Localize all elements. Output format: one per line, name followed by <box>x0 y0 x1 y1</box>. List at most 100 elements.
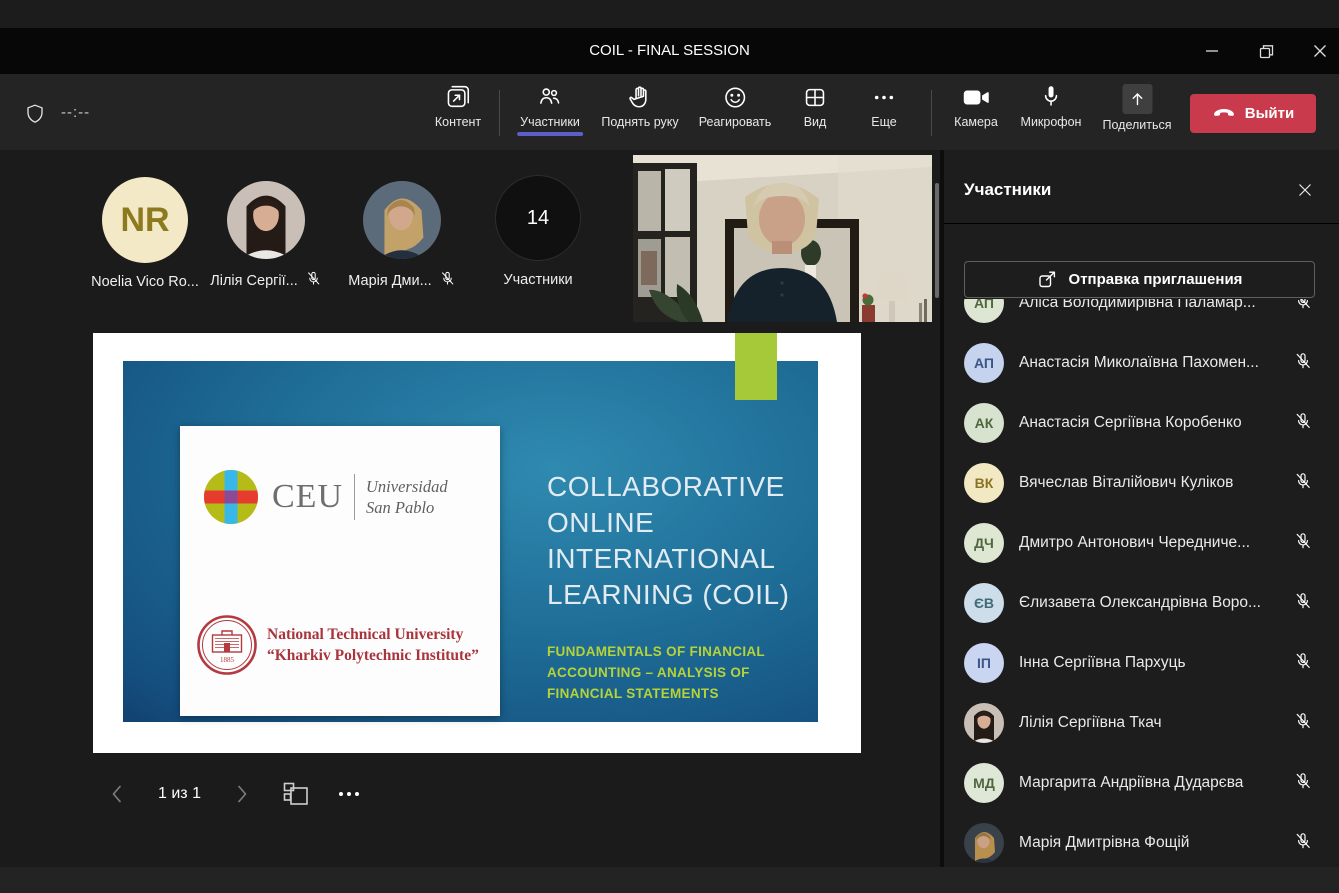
participant-row[interactable]: ІП Інна Сергіївна Пархуць <box>944 633 1339 693</box>
participant-count: 14 <box>527 207 549 230</box>
count-label: Участники <box>503 272 572 288</box>
slide-accent-bar <box>735 333 777 400</box>
avatar: ЄВ <box>964 583 1004 623</box>
participant-name: Маргарита Андріївна Дударєва <box>1019 774 1293 792</box>
more-dots-icon <box>871 84 898 111</box>
participants-panel: Участники Отправка приглашения АП Аліса … <box>944 150 1339 893</box>
share-label: Поделиться <box>1102 118 1171 132</box>
arrow-up-icon <box>1127 89 1147 109</box>
participants-icon <box>537 84 564 111</box>
previous-slide-button[interactable] <box>106 780 128 808</box>
participant-row[interactable]: АП Анастасія Миколаївна Пахомен... <box>944 333 1339 393</box>
spotlight-name: Марія Дми... <box>348 273 431 289</box>
participant-row[interactable]: Лілія Сергіївна Ткач <box>944 693 1339 753</box>
mic-off-icon <box>1293 299 1313 316</box>
spotlight-name: Лілія Сергії... <box>210 273 298 289</box>
microphone-label: Микрофон <box>1021 115 1082 129</box>
panel-divider <box>944 223 1339 224</box>
close-button[interactable] <box>1303 38 1337 64</box>
mic-on-icon <box>1037 84 1064 111</box>
react-button[interactable]: Реагировать <box>699 84 772 129</box>
next-slide-button[interactable] <box>231 780 253 808</box>
mic-off-icon <box>1293 591 1313 616</box>
send-invite-label: Отправка приглашения <box>1069 271 1243 288</box>
slide-more-options-button[interactable] <box>333 780 365 808</box>
avatar: NR <box>102 177 188 263</box>
presenter-video-frame <box>633 155 932 322</box>
mic-off-icon <box>1293 411 1313 436</box>
avatar: АП <box>964 299 1004 323</box>
slide-thumbnails-button[interactable] <box>281 780 311 808</box>
mic-off-icon <box>1293 351 1313 376</box>
spotlight-mariya[interactable]: Марія Дми... <box>332 181 472 291</box>
participants-tab-active[interactable]: Участники <box>520 84 580 129</box>
close-icon <box>1296 181 1314 199</box>
hangup-icon <box>1212 108 1236 120</box>
ceu-university-line1: Universidad <box>366 476 448 497</box>
share-button[interactable]: Поделиться <box>1102 84 1171 132</box>
participant-row[interactable]: АК Анастасія Сергіївна Коробенко <box>944 393 1339 453</box>
avatar: АП <box>964 343 1004 383</box>
mic-off-icon <box>1293 531 1313 556</box>
ntu-name-line2: “Kharkiv Polytechnic Institute” <box>267 645 479 666</box>
participant-row[interactable]: ЄВ Єлизавета Олександрівна Воро... <box>944 573 1339 633</box>
meeting-toolbar: --:-- Контент Участники Подн <box>0 74 1339 150</box>
ceu-divider <box>354 474 355 520</box>
camera-button[interactable]: Камера <box>954 84 998 129</box>
avatar-photo <box>964 703 1004 743</box>
share-square <box>1122 84 1152 114</box>
minimize-button[interactable] <box>1195 38 1229 64</box>
ceu-logo-block: CEU Universidad San Pablo <box>202 468 448 526</box>
chevron-left-icon <box>107 782 127 806</box>
camera-on-icon <box>962 84 990 111</box>
ceu-university-line2: San Pablo <box>366 497 448 518</box>
window-bottom-edge <box>0 867 1339 893</box>
ntu-name-line1: National Technical University <box>267 624 479 645</box>
mic-off-icon <box>1293 651 1313 676</box>
mic-off-icon <box>439 270 456 291</box>
presenter-video[interactable] <box>633 155 932 322</box>
participant-name: Дмитро Антонович Чередниче... <box>1019 534 1293 552</box>
mariya-photo <box>964 823 1004 863</box>
participants-label: Участники <box>520 115 580 129</box>
raise-hand-icon <box>626 84 653 111</box>
avatar: ІП <box>964 643 1004 683</box>
mic-off-icon <box>1293 711 1313 736</box>
panel-close-button[interactable] <box>1291 176 1319 204</box>
participant-row[interactable]: МД Маргарита Андріївна Дударєва <box>944 753 1339 813</box>
liliya-photo <box>227 181 305 259</box>
panel-header: Участники <box>964 176 1319 204</box>
view-button[interactable]: Вид <box>802 84 829 129</box>
avatar: АК <box>964 403 1004 443</box>
send-invite-button[interactable]: Отправка приглашения <box>964 261 1315 298</box>
mariya-photo <box>363 181 441 259</box>
meeting-stage: NR Noelia Vico Ro... Лілія Сергії... <box>0 150 940 893</box>
mic-off-icon <box>1293 831 1313 856</box>
participant-row[interactable]: АП Аліса Володимирівна Паламар... <box>944 299 1339 333</box>
svg-text:1885: 1885 <box>220 656 235 664</box>
more-button[interactable]: Еще <box>871 84 898 129</box>
spotlight-participant-count[interactable]: 14 Участники <box>478 175 598 288</box>
teams-meeting-window: COIL - FINAL SESSION --:-- Контент <box>0 0 1339 893</box>
avatar: МД <box>964 763 1004 803</box>
ntu-logo-block: 1885 National Technical University “Khar… <box>196 614 479 676</box>
raise-hand-button[interactable]: Поднять руку <box>601 84 678 129</box>
microphone-button[interactable]: Микрофон <box>1021 84 1082 129</box>
leave-label: Выйти <box>1245 105 1294 122</box>
stage-scrollbar[interactable] <box>935 183 939 298</box>
chevron-right-icon <box>232 782 252 806</box>
avatar: ВК <box>964 463 1004 503</box>
toolbar-divider <box>499 90 500 136</box>
spotlight-name: Noelia Vico Ro... <box>91 274 199 290</box>
active-tab-underline <box>517 132 583 136</box>
participant-name: Анастасія Сергіївна Коробенко <box>1019 414 1293 432</box>
participant-row[interactable]: ВК Вячеслав Віталійович Куліков <box>944 453 1339 513</box>
spotlight-liliya[interactable]: Лілія Сергії... <box>196 181 336 291</box>
avatar-photo <box>964 823 1004 863</box>
leave-button[interactable]: Выйти <box>1190 94 1316 133</box>
restore-button[interactable] <box>1249 38 1283 64</box>
participant-name: Анастасія Миколаївна Пахомен... <box>1019 354 1293 372</box>
participant-row[interactable]: Марія Дмитрівна Фощій <box>944 813 1339 867</box>
participant-row[interactable]: ДЧ Дмитро Антонович Чередниче... <box>944 513 1339 573</box>
content-button[interactable]: Контент <box>435 84 481 129</box>
